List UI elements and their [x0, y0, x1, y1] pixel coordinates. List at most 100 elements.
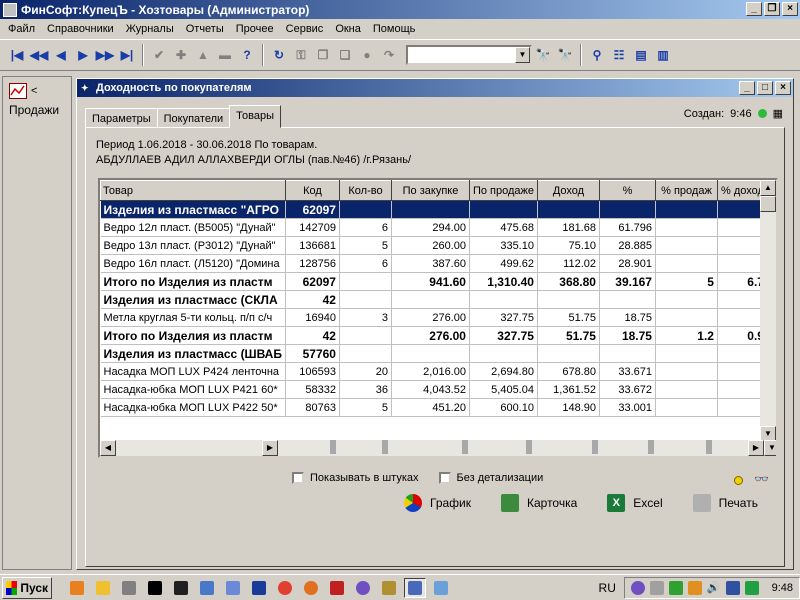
card-button[interactable]: Карточка: [501, 494, 577, 512]
table-row[interactable]: Насадка МОП LUX P424 ленточна 106593 20 2,0…: [100, 362, 768, 381]
table-cell[interactable]: Метла круглая 5-ти кольц. п/п с/ч: [100, 308, 286, 327]
table-cell[interactable]: [469, 344, 538, 363]
table-row[interactable]: Ведро 13л пласт. (Р3012) "Дунай" 136681 5 2…: [100, 236, 768, 255]
key-icon[interactable]: ⚿: [290, 44, 312, 66]
multi-copy-icon[interactable]: ❏: [334, 44, 356, 66]
table-cell[interactable]: [655, 254, 718, 273]
table-cell[interactable]: 18.75: [599, 326, 656, 345]
table-cell[interactable]: 2,016.00: [391, 362, 470, 381]
table-cell[interactable]: [537, 290, 600, 309]
table-cell[interactable]: 128756: [285, 254, 340, 273]
table-cell[interactable]: 260.00: [391, 236, 470, 255]
table-cell[interactable]: 51.75: [537, 326, 600, 345]
glasses-icon[interactable]: 👓: [754, 472, 769, 486]
vertical-scrollbar[interactable]: ▲ ▼: [760, 180, 776, 442]
no-detail-checkbox[interactable]: Без детализации: [438, 472, 543, 485]
scroll-down-end-icon[interactable]: ▼: [764, 440, 776, 456]
binoculars-minus-icon[interactable]: 🔭: [554, 44, 576, 66]
horizontal-scrollbar[interactable]: ◀ ▶ ▶ ▼: [100, 440, 776, 456]
table-cell[interactable]: 106593: [285, 362, 340, 381]
table-cell[interactable]: 294.00: [391, 218, 470, 237]
table-cell[interactable]: [339, 272, 392, 291]
table-row[interactable]: Насадка-юбка МОП LUX P421 60* 58332 36 4,04…: [100, 380, 768, 399]
table-cell[interactable]: 6: [339, 254, 392, 273]
table-cell[interactable]: 61.796: [599, 218, 656, 237]
table-row[interactable]: Ведро 12л пласт. (В5005) "Дунай" 142709 6 2…: [100, 218, 768, 237]
table-cell[interactable]: [339, 344, 392, 363]
table-cell[interactable]: 62097: [285, 200, 340, 219]
messenger-tray-icon[interactable]: [668, 580, 683, 595]
table-cell[interactable]: 136681: [285, 236, 340, 255]
table-cell[interactable]: [339, 290, 392, 309]
tab-parameters[interactable]: Параметры: [85, 108, 158, 128]
terminal-icon[interactable]: [248, 578, 270, 598]
column-header-sale[interactable]: По продаже: [468, 180, 538, 201]
calculator-icon[interactable]: ▦: [773, 107, 783, 120]
column-header-purchase[interactable]: По закупке: [390, 180, 470, 201]
menu-reports[interactable]: Отчеты: [180, 23, 230, 35]
chevron-down-icon[interactable]: ▼: [515, 47, 530, 63]
viber-tray-icon[interactable]: [630, 580, 645, 595]
chevron-left-icon[interactable]: <: [31, 85, 37, 97]
table-cell[interactable]: 16940: [285, 308, 340, 327]
tool-icon[interactable]: [196, 578, 218, 598]
table-cell[interactable]: 39.167: [599, 272, 656, 291]
table-cell[interactable]: [655, 380, 718, 399]
volume-icon[interactable]: 🔊: [707, 581, 721, 594]
column-header-product[interactable]: Товар: [100, 180, 286, 201]
close-button[interactable]: ×: [782, 2, 798, 16]
table-cell[interactable]: 6: [339, 218, 392, 237]
minus-icon[interactable]: ▬: [214, 44, 236, 66]
table-cell[interactable]: 148.90: [537, 398, 600, 417]
table-cell[interactable]: [655, 308, 718, 327]
chrome-icon[interactable]: [274, 578, 296, 598]
table-cell[interactable]: 112.02: [537, 254, 600, 273]
filter-icon[interactable]: ⚲: [586, 44, 608, 66]
table-cell[interactable]: 1.2: [655, 326, 718, 345]
table-cell[interactable]: 327.75: [469, 326, 538, 345]
table-cell[interactable]: 5: [655, 272, 718, 291]
table-cell[interactable]: 387.60: [391, 254, 470, 273]
table-cell[interactable]: 600.10: [469, 398, 538, 417]
menu-directories[interactable]: Справочники: [41, 23, 120, 35]
table-cell[interactable]: 18.75: [599, 308, 656, 327]
explorer-icon[interactable]: [92, 578, 114, 598]
table-cell[interactable]: 58332: [285, 380, 340, 399]
triangle-up-icon[interactable]: ▲: [192, 44, 214, 66]
menu-journals[interactable]: Журналы: [120, 23, 180, 35]
windows-tile-icon[interactable]: ▥: [652, 44, 674, 66]
torrent-icon[interactable]: [326, 578, 348, 598]
menu-other[interactable]: Прочее: [230, 23, 280, 35]
table-cell[interactable]: 33.672: [599, 380, 656, 399]
refresh-icon[interactable]: ↻: [268, 44, 290, 66]
start-button[interactable]: Пуск: [2, 576, 52, 599]
table-cell[interactable]: [599, 290, 656, 309]
first-record-icon[interactable]: |◀: [6, 44, 28, 66]
table-cell[interactable]: [391, 290, 470, 309]
table-cell[interactable]: 451.20: [391, 398, 470, 417]
table-cell[interactable]: [339, 326, 392, 345]
report-minimize-button[interactable]: _: [739, 81, 755, 95]
table-cell[interactable]: [339, 200, 392, 219]
column-header-percent[interactable]: %: [598, 180, 656, 201]
sidebar-item-label[interactable]: Продажи: [3, 99, 71, 121]
column-header-income[interactable]: Доход: [536, 180, 600, 201]
print-button[interactable]: Печать: [692, 494, 758, 512]
users-icon[interactable]: ☷: [608, 44, 630, 66]
table-cell[interactable]: 36: [339, 380, 392, 399]
table-cell[interactable]: 20: [339, 362, 392, 381]
table-cell[interactable]: 5,405.04: [469, 380, 538, 399]
binoculars-plus-icon[interactable]: 🔭: [532, 44, 554, 66]
menu-file[interactable]: Файл: [2, 23, 41, 35]
checkbox-box[interactable]: [292, 472, 304, 485]
notes-icon[interactable]: [118, 578, 140, 598]
page-back-icon[interactable]: ◀◀: [28, 44, 50, 66]
column-header-code[interactable]: Код: [284, 180, 340, 201]
table-cell[interactable]: Изделия из пластмасс (СКЛА: [100, 290, 286, 309]
last-record-icon[interactable]: ▶|: [116, 44, 138, 66]
column-header-qty[interactable]: Кол-во: [338, 180, 392, 201]
table-cell[interactable]: [655, 344, 718, 363]
table-cell[interactable]: 4,043.52: [391, 380, 470, 399]
prev-record-icon[interactable]: ◀: [50, 44, 72, 66]
network-icon[interactable]: [222, 578, 244, 598]
